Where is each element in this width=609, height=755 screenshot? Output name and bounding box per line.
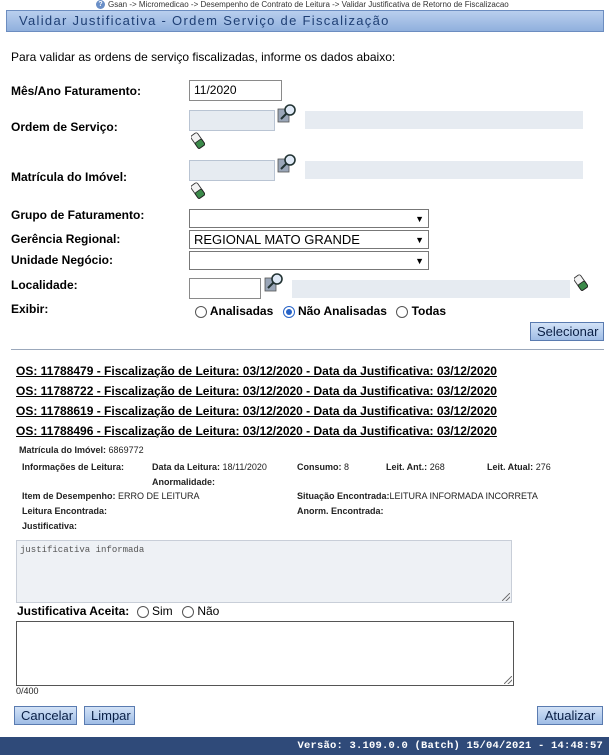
grupo-faturamento-select[interactable]: ▼ (189, 209, 429, 228)
chevron-down-icon: ▼ (415, 234, 424, 245)
localidade-label: Localidade: (11, 278, 78, 292)
radio-nao-label: Não (197, 604, 220, 618)
breadcrumb-text: Gsan -> Micromedicao -> Desempenho de Co… (108, 0, 509, 9)
selecionar-button[interactable]: Selecionar (530, 322, 604, 341)
os-link-4[interactable]: OS: 11788496 - Fiscalização de Leitura: … (16, 424, 497, 438)
limpar-button[interactable]: Limpar (84, 706, 135, 725)
radio-todas[interactable] (396, 305, 409, 318)
justificativa-textarea: justificativa informada (16, 540, 512, 603)
search-icon[interactable] (264, 272, 286, 292)
breadcrumb: ? Gsan -> Micromedicao -> Desempenho de … (96, 0, 509, 9)
search-icon[interactable] (277, 153, 299, 173)
detail-leit-atual: Leit. Atual: 276 (487, 462, 551, 472)
help-icon[interactable]: ? (96, 0, 105, 9)
detail-consumo: Consumo: 8 (297, 462, 350, 472)
cancelar-button[interactable]: Cancelar (14, 706, 77, 725)
detail-situacao-encontrada: Situação Encontrada:LEITURA INFORMADA IN… (297, 491, 538, 501)
intro-text: Para validar as ordens de serviço fiscal… (11, 50, 396, 64)
detail-anorm-encontrada: Anorm. Encontrada: (297, 506, 384, 516)
gerencia-regional-value: REGIONAL MATO GRANDE (194, 232, 360, 247)
detail-info-leitura-label: Informações de Leitura: (22, 462, 125, 472)
grupo-faturamento-label: Grupo de Faturamento: (11, 208, 145, 222)
detail-anormalidade: Anormalidade: (152, 477, 216, 487)
gerencia-regional-label: Gerência Regional: (11, 232, 121, 246)
detail-leit-ant: Leit. Ant.: 268 (386, 462, 445, 472)
page-title: Validar Justificativa - Ordem Serviço de… (6, 10, 604, 32)
ordem-servico-label: Ordem de Serviço: (11, 120, 118, 134)
os-link-1[interactable]: OS: 11788479 - Fiscalização de Leitura: … (16, 364, 497, 378)
radio-nao-analisadas[interactable] (282, 305, 295, 318)
eraser-icon[interactable] (191, 182, 205, 199)
unidade-negocio-label: Unidade Negócio: (11, 253, 114, 267)
radio-analisadas[interactable] (195, 305, 207, 318)
detail-justificativa-label: Justificativa: (22, 521, 78, 531)
char-counter: 0/400 (16, 686, 39, 696)
search-icon[interactable] (277, 103, 299, 123)
gerencia-regional-select[interactable]: REGIONAL MATO GRANDE ▼ (189, 230, 429, 249)
matricula-input[interactable] (189, 160, 275, 181)
detail-matricula: Matrícula do Imóvel: 6869772 (19, 445, 144, 455)
exibir-radio-group: Analisadas Não Analisadas Todas (195, 304, 446, 318)
eraser-icon[interactable] (191, 132, 205, 149)
resize-handle-icon (504, 676, 512, 684)
divider (11, 349, 604, 350)
radio-sim-label: Sim (151, 604, 173, 618)
unidade-negocio-select[interactable]: ▼ (189, 251, 429, 270)
exibir-label: Exibir: (11, 302, 49, 316)
os-link-2[interactable]: OS: 11788722 - Fiscalização de Leitura: … (16, 384, 497, 398)
eraser-icon[interactable] (574, 274, 588, 291)
justificativa-aceita-label: Justificativa Aceita: (17, 604, 130, 618)
mes-ano-label: Mês/Ano Faturamento: (11, 84, 142, 98)
justificativa-aceita-group: Justificativa Aceita: Sim Não (17, 604, 219, 618)
observacao-textarea[interactable] (16, 621, 514, 686)
ordem-servico-input[interactable] (189, 110, 275, 131)
os-link-3[interactable]: OS: 11788619 - Fiscalização de Leitura: … (16, 404, 497, 418)
matricula-description (305, 161, 583, 179)
detail-data-leitura: Data da Leitura: 18/11/2020 (152, 462, 267, 472)
chevron-down-icon: ▼ (415, 255, 424, 266)
radio-analisadas-label: Analisadas (209, 304, 274, 318)
localidade-description (292, 280, 570, 298)
radio-nao[interactable] (181, 605, 194, 618)
mes-ano-input[interactable]: 11/2020 (189, 80, 282, 101)
radio-todas-label: Todas (411, 304, 447, 318)
justificativa-text: justificativa informada (20, 545, 145, 555)
atualizar-button[interactable]: Atualizar (537, 706, 603, 725)
matricula-label: Matrícula do Imóvel: (11, 170, 128, 184)
detail-item-desempenho: Item de Desempenho: ERRO DE LEITURA (22, 491, 200, 501)
detail-leitura-encontrada: Leitura Encontrada: (22, 506, 108, 516)
ordem-servico-description (305, 111, 583, 129)
radio-sim[interactable] (136, 605, 149, 618)
version-footer: Versão: 3.109.0.0 (Batch) 15/04/2021 - 1… (0, 737, 609, 755)
resize-handle-icon (502, 593, 510, 601)
localidade-input[interactable] (189, 278, 261, 299)
chevron-down-icon: ▼ (415, 213, 424, 224)
radio-nao-analisadas-label: Não Analisadas (297, 304, 387, 318)
